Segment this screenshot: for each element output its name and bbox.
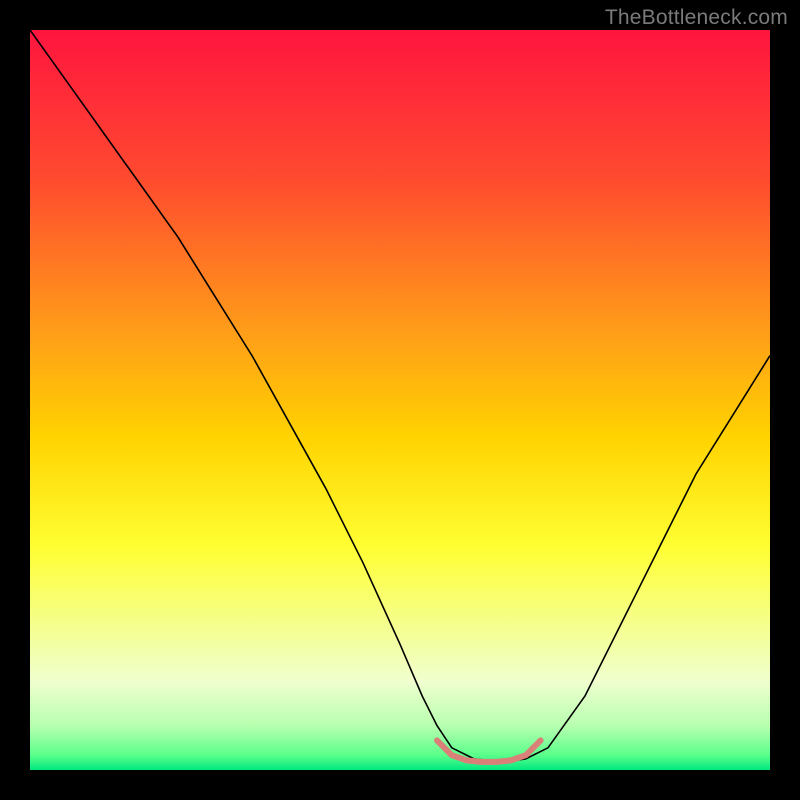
plot-svg <box>30 30 770 770</box>
background-gradient <box>30 30 770 770</box>
watermark-text: TheBottleneck.com <box>605 6 788 30</box>
chart-frame: TheBottleneck.com <box>0 0 800 800</box>
plot-area <box>30 30 770 770</box>
